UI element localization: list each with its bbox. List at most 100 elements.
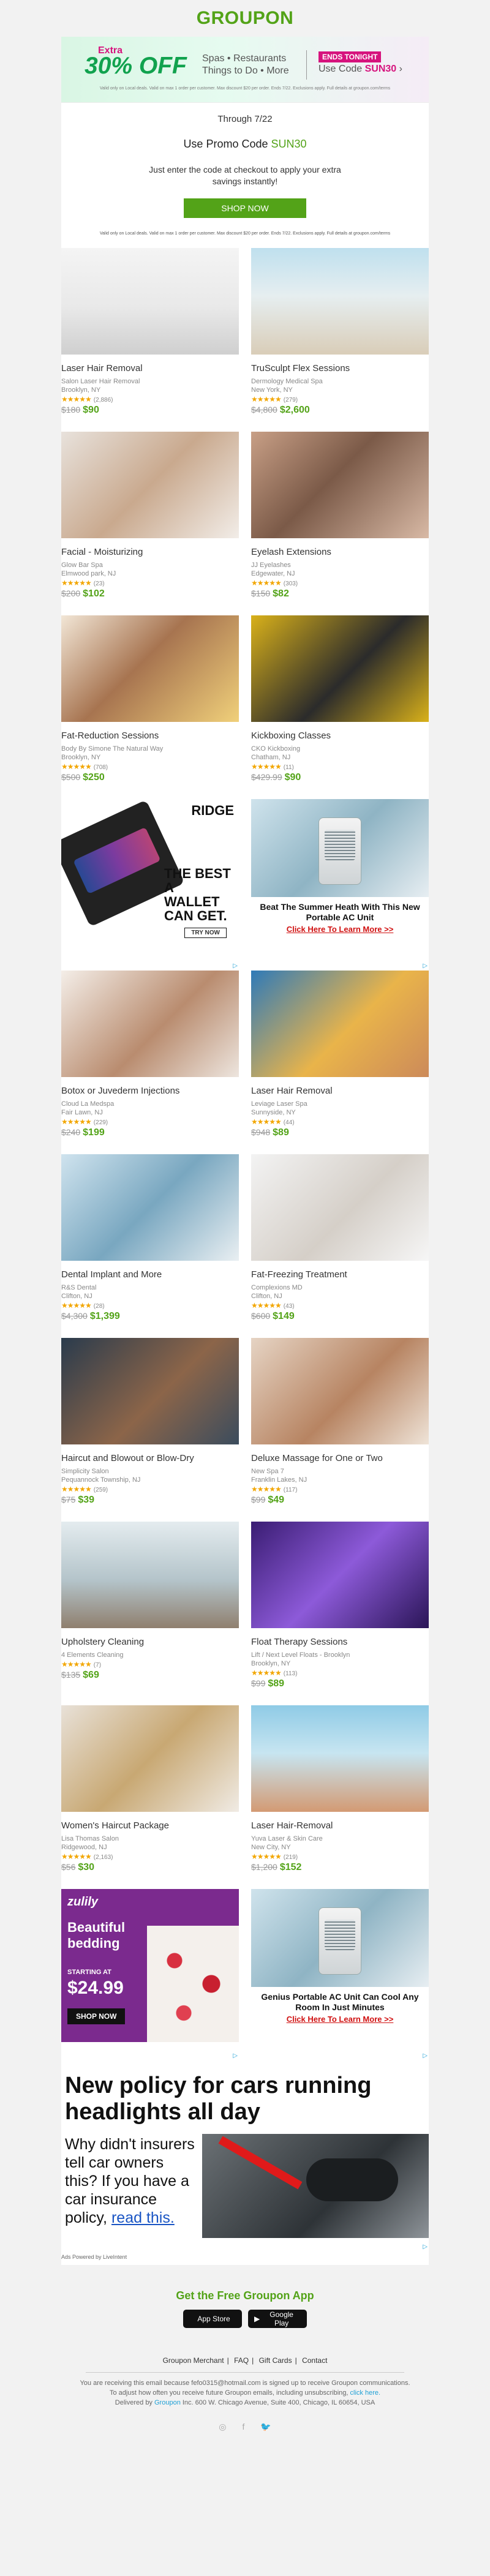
deal-image[interactable] <box>61 247 239 355</box>
deal-title[interactable]: Haircut and Blowout or Blow-Dry <box>61 1453 239 1464</box>
deal-prices: $4,300 $1,399 <box>61 1311 239 1322</box>
deal-location: Fair Lawn, NJ <box>61 1108 103 1116</box>
deal-image[interactable] <box>251 970 429 1077</box>
deal-title[interactable]: Fat-Freezing Treatment <box>251 1269 429 1280</box>
deal-rating: ★★★★★ (23) <box>61 579 239 587</box>
deal-image[interactable] <box>61 615 239 722</box>
deal-image[interactable] <box>251 431 429 538</box>
ridge-wallet-ad[interactable]: RIDGE THE BEST A WALLET CAN GET. TRY NOW ▷ <box>61 798 239 971</box>
shop-now-button[interactable]: SHOP NOW <box>184 198 306 218</box>
deal-image[interactable] <box>251 615 429 722</box>
footer-link-faq[interactable]: FAQ <box>234 2356 249 2365</box>
facebook-icon[interactable]: f <box>242 2422 244 2432</box>
google-play-badge[interactable]: ▶ Google Play <box>248 2309 307 2328</box>
deal-card[interactable]: Eyelash Extensions JJ Eyelashes Edgewater,… <box>251 431 429 615</box>
deal-title[interactable]: Women's Haircut Package <box>61 1820 239 1831</box>
deal-image[interactable] <box>251 1154 429 1261</box>
deal-image[interactable] <box>251 1705 429 1812</box>
fan-ad-link[interactable]: Click Here To Learn More >> <box>251 925 429 934</box>
deal-title[interactable]: Eyelash Extensions <box>251 547 429 558</box>
deal-card[interactable]: Float Therapy Sessions Lift / Next Level … <box>251 1521 429 1705</box>
deal-image[interactable] <box>251 1337 429 1444</box>
footer-address: Inc. 600 W. Chicago Avenue, Suite 400, C… <box>182 2398 375 2406</box>
footer-link-gift-cards[interactable]: Gift Cards <box>259 2356 292 2365</box>
deal-image[interactable] <box>251 247 429 355</box>
deal-card[interactable]: Fat-Freezing Treatment Complexions MD Clif… <box>251 1154 429 1338</box>
adchoices-icon[interactable]: ▷ <box>233 2052 238 2059</box>
deal-image[interactable] <box>61 431 239 538</box>
deal-image[interactable] <box>251 1521 429 1628</box>
fan-ad-creative-2[interactable]: Genius Portable AC Unit Can Cool Any Roo… <box>251 1888 429 2042</box>
deal-title[interactable]: Facial - Moisturizing <box>61 547 239 558</box>
footer-link-contact[interactable]: Contact <box>302 2356 327 2365</box>
adchoices-icon[interactable]: ▷ <box>233 963 238 969</box>
deal-card[interactable]: TruSculpt Flex Sessions Dermology Medical… <box>251 247 429 432</box>
deal-image[interactable] <box>61 1337 239 1444</box>
deal-card[interactable]: Facial - Moisturizing Glow Bar Spa Elmwood… <box>61 431 239 615</box>
ac-grill-shape <box>325 829 355 860</box>
fan-ad-link[interactable]: Click Here To Learn More >> <box>251 2015 429 2024</box>
deal-card[interactable]: Women's Haircut Package Lisa Thomas Salon… <box>61 1705 239 1889</box>
deal-title[interactable]: Botox or Juvederm Injections <box>61 1086 239 1097</box>
deal-price: $152 <box>279 1861 302 1872</box>
portable-ac-ad[interactable]: Beat The Summer Heath With This New Port… <box>251 798 429 971</box>
email-page: GROUPON Extra 30% OFF Spas • Restaurants… <box>0 0 490 2576</box>
deal-title[interactable]: Laser Hair-Removal <box>251 1820 429 1831</box>
deal-card[interactable]: Laser Hair-Removal Yuva Laser & Skin Care… <box>251 1705 429 1889</box>
deal-card[interactable]: Haircut and Blowout or Blow-Dry Simplicit… <box>61 1337 239 1522</box>
car-ad-image[interactable] <box>202 2133 429 2238</box>
deal-card[interactable]: Laser Hair Removal Salon Laser Hair Remov… <box>61 247 239 432</box>
car-insurance-ad[interactable]: New policy for cars running headlights a… <box>61 2067 429 2251</box>
groupon-footer-link[interactable]: Groupon <box>154 2399 181 2406</box>
deal-title[interactable]: Kickboxing Classes <box>251 730 429 742</box>
twitter-icon[interactable]: 🐦 <box>260 2422 271 2432</box>
zulily-shop-now-button[interactable]: SHOP NOW <box>67 2008 126 2024</box>
original-price: $429.99 <box>251 772 282 782</box>
deal-card[interactable]: Botox or Juvederm Injections Cloud La Med… <box>61 970 239 1154</box>
wallet-ad-creative[interactable]: RIDGE THE BEST A WALLET CAN GET. TRY NOW <box>61 798 239 952</box>
deal-title[interactable]: Laser Hair Removal <box>251 1086 429 1097</box>
fan-ad-headline[interactable]: Beat The Summer Heath With This New Port… <box>251 902 429 923</box>
car-ad-headline[interactable]: New policy for cars running headlights a… <box>61 2073 429 2126</box>
zulily-ad[interactable]: zulily Beautiful bedding STARTING AT $24.99… <box>61 1888 239 2060</box>
deal-title[interactable]: Upholstery Cleaning <box>61 1637 239 1648</box>
try-now-button[interactable]: TRY NOW <box>184 927 227 938</box>
app-store-badge[interactable]: App Store <box>183 2309 242 2328</box>
fan-image[interactable] <box>251 798 429 897</box>
deal-card[interactable]: Kickboxing Classes CKO Kickboxing Chatham,… <box>251 615 429 799</box>
fan-image[interactable] <box>251 1888 429 1987</box>
deal-image[interactable] <box>61 1521 239 1628</box>
adchoices-icon[interactable]: ▷ <box>423 2244 428 2250</box>
footer-line-2-text: To adjust how often you receive future G… <box>109 2389 349 2397</box>
car-ad-link[interactable]: read this. <box>111 2209 175 2226</box>
adchoices-icon[interactable]: ▷ <box>423 963 428 969</box>
portable-ac-ad-2[interactable]: Genius Portable AC Unit Can Cool Any Roo… <box>251 1888 429 2060</box>
instagram-icon[interactable]: ◎ <box>219 2422 226 2432</box>
deal-card[interactable]: Deluxe Massage for One or Two New Spa 7 Fr… <box>251 1337 429 1522</box>
deal-image[interactable] <box>61 1705 239 1812</box>
deal-merchant: Dermology Medical Spa <box>251 377 323 385</box>
deal-card[interactable]: Fat-Reduction Sessions Body By Simone The… <box>61 615 239 799</box>
deal-title[interactable]: Dental Implant and More <box>61 1269 239 1280</box>
deal-card[interactable]: Laser Hair Removal Leviage Laser Spa Sunny… <box>251 970 429 1154</box>
deal-title[interactable]: Float Therapy Sessions <box>251 1637 429 1648</box>
deal-title[interactable]: Deluxe Massage for One or Two <box>251 1453 429 1464</box>
promo-banner[interactable]: Extra 30% OFF Spas • Restaurants Things … <box>61 37 429 103</box>
deal-prices: $600 $149 <box>251 1311 429 1322</box>
fan-ad-creative[interactable]: Beat The Summer Heath With This New Port… <box>251 798 429 952</box>
deal-image[interactable] <box>61 970 239 1077</box>
adchoices-icon[interactable]: ▷ <box>423 2052 428 2059</box>
deal-card[interactable]: Dental Implant and More R&S Dental Clifton… <box>61 1154 239 1338</box>
deal-card[interactable]: Upholstery Cleaning 4 Elements Cleaning ★★… <box>61 1521 239 1705</box>
unsubscribe-link[interactable]: click here. <box>350 2389 381 2397</box>
footer-link-merchant[interactable]: Groupon Merchant <box>163 2356 224 2365</box>
groupon-logo[interactable]: GROUPON <box>197 8 294 29</box>
deal-image[interactable] <box>61 1154 239 1261</box>
deal-title[interactable]: Laser Hair Removal <box>61 363 239 374</box>
deal-title[interactable]: TruSculpt Flex Sessions <box>251 363 429 374</box>
fan-ad-headline[interactable]: Genius Portable AC Unit Can Cool Any Roo… <box>251 1992 429 2013</box>
rating-count: (2,163) <box>93 1853 113 1861</box>
zulily-ad-creative[interactable]: zulily Beautiful bedding STARTING AT $24.99… <box>61 1888 239 2042</box>
deal-title[interactable]: Fat-Reduction Sessions <box>61 730 239 742</box>
deal-prices: $99 $89 <box>251 1678 429 1689</box>
